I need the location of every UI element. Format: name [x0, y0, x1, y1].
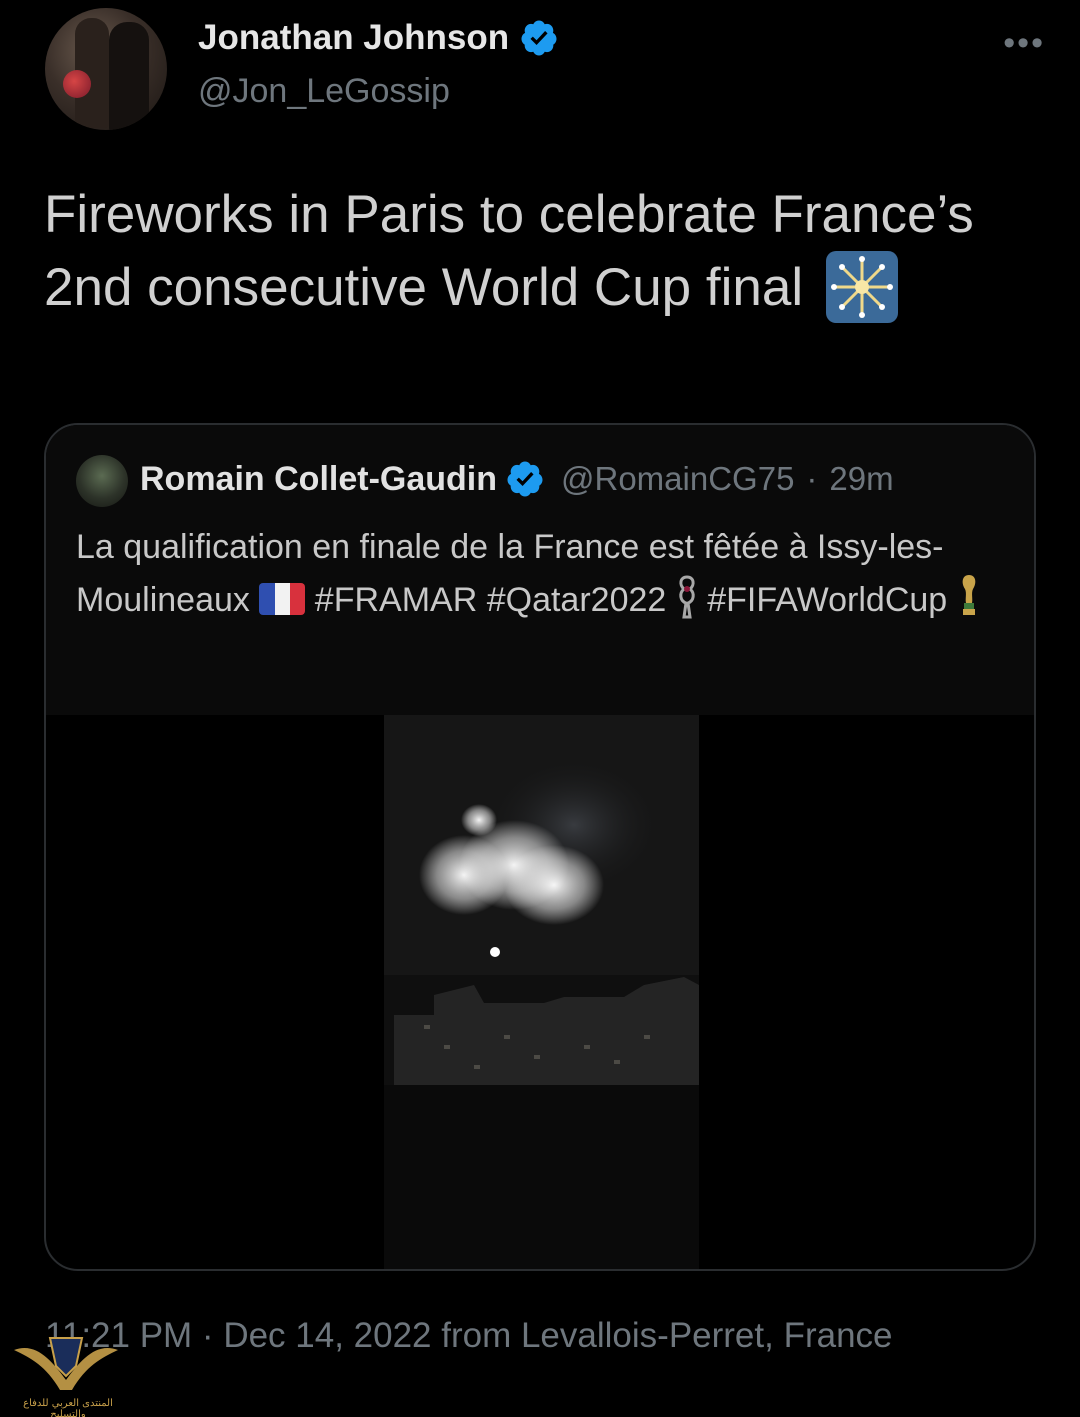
quoted-author-avatar[interactable]: [76, 455, 128, 507]
quoted-author-row: Romain Collet-Gaudin @RomainCG75 · 29m: [140, 459, 894, 499]
qatar2022-emblem-icon: [679, 575, 695, 619]
author-name[interactable]: Jonathan Johnson: [198, 18, 509, 58]
watermark-text: المنتدى العربي للدفاع والتسليح: [23, 1398, 113, 1417]
avatar-ball: [63, 70, 91, 98]
hashtag-qatar2022[interactable]: #Qatar2022: [487, 581, 667, 619]
world-cup-trophy-icon: [962, 575, 975, 615]
tweet-timestamp[interactable]: 11:21 PM · Dec 14, 2022 from Levallois-P…: [45, 1316, 893, 1356]
avatar-person-right: [109, 22, 149, 130]
sparkler-icon: [825, 251, 898, 323]
tweet-header: Jonathan Johnson @Jon_LeGossip •••: [45, 8, 1045, 133]
quoted-tweet-card[interactable]: Romain Collet-Gaudin @RomainCG75 · 29m L…: [44, 423, 1036, 1271]
watermark-logo: المنتدى العربي للدفاع والتسليح: [6, 1320, 126, 1417]
fireworks-video-frame: [384, 715, 699, 1269]
author-handle[interactable]: @Jon_LeGossip: [198, 72, 450, 111]
quoted-author-handle[interactable]: @RomainCG75: [561, 460, 794, 498]
quoted-tweet-video[interactable]: [384, 715, 699, 1269]
quoted-tweet-header: Romain Collet-Gaudin @RomainCG75 · 29m L…: [46, 425, 1034, 715]
more-options-icon[interactable]: •••: [1003, 24, 1045, 63]
hashtag-framar[interactable]: #FRAMAR: [315, 581, 477, 619]
quoted-time-ago[interactable]: 29m: [829, 460, 893, 498]
verified-badge-icon: [507, 461, 543, 497]
france-flag-icon: [259, 583, 306, 615]
author-name-row: Jonathan Johnson: [198, 18, 559, 58]
tweet-text: Fireworks in Paris to celebrate France’s…: [44, 178, 1044, 324]
eagle-emblem-icon: [14, 1337, 118, 1390]
meta-separator: ·: [806, 460, 818, 497]
verified-badge-icon: [521, 20, 557, 56]
quoted-author-name[interactable]: Romain Collet-Gaudin: [140, 460, 497, 499]
hashtag-fifaworldcup[interactable]: #FIFAWorldCup: [707, 581, 947, 619]
quoted-tweet-text: La qualification en finale de la France …: [76, 521, 1016, 626]
author-avatar[interactable]: [45, 8, 167, 130]
